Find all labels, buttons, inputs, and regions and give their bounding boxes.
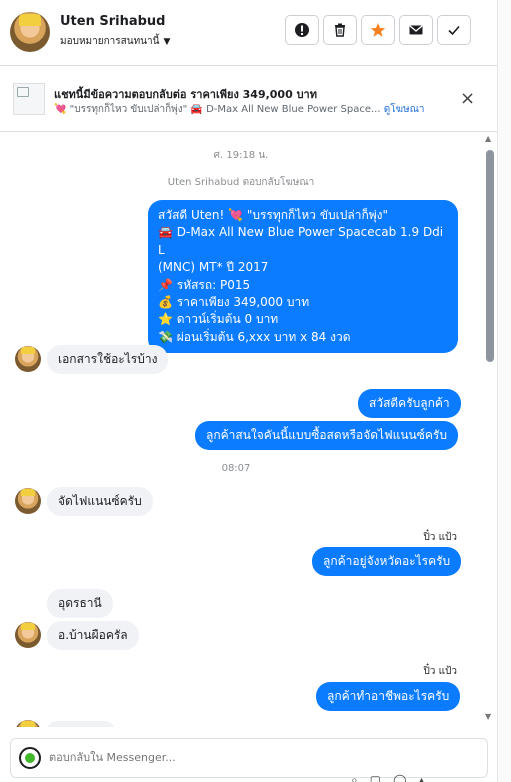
emoji-icon[interactable]: ◯ [393, 773, 406, 782]
ad-reply-note: Uten Srihabud ตอบกลับโฆษณา [167, 177, 315, 188]
outgoing-message: ลูกค้าอยู่จังหวัดอะไรครับ [312, 547, 462, 576]
done-button[interactable] [437, 15, 471, 45]
view-ad-link[interactable]: ดูโฆษณา [384, 104, 425, 115]
ad-line: 💸 ผ่อนเริ่มต้น 6,xxx บาท x 84 งวด [158, 329, 351, 344]
scroll-up-icon[interactable]: ▲ [485, 134, 491, 143]
ad-message-bubble: สวัสดี Uten! 💘 "บรรทุกก็ไหว ขับเปล่าก็พุ… [148, 200, 458, 354]
contact-avatar[interactable] [10, 12, 50, 52]
attach-icon[interactable]: ⌕ [351, 773, 358, 782]
close-icon[interactable]: × [460, 88, 475, 109]
ad-subtitle-text: 💘 "บรรทุกก็ไหว ขับเปล่าก็พุ่ง" 🚘 D-Max A… [54, 104, 381, 115]
contact-avatar [15, 488, 41, 514]
incoming-message: อุดรธานี [47, 589, 113, 618]
incoming-message-partial [47, 721, 115, 727]
star-icon [370, 23, 386, 37]
assign-label: มอบหมายการสนทนานี้ [60, 36, 160, 47]
contact-avatar [15, 720, 41, 727]
ad-line: 📌 รหัสรถ: P015 [158, 277, 251, 292]
thread-timestamp: 08:07 [221, 463, 251, 474]
delete-button[interactable] [323, 15, 357, 45]
assign-conversation-dropdown[interactable]: มอบหมายการสนทนานี้ ▼ [60, 34, 170, 49]
envelope-icon [409, 25, 423, 35]
reply-input[interactable] [49, 751, 349, 764]
incoming-message: อ.บ้านผือครัล [47, 621, 139, 650]
conversation-header: Uten Srihabud มอบหมายการสนทนานี้ ▼ [0, 0, 497, 66]
message-thread: ศ. 19:18 น. Uten Srihabud ตอบกลับโฆษณา ส… [0, 132, 482, 727]
ad-line: (MNC) MT* ปี 2017 [158, 260, 269, 275]
ad-line: สวัสดี Uten! 💘 "บรรทุกก็ไหว ขับเปล่าก็พุ… [158, 208, 389, 222]
trash-icon [335, 23, 345, 37]
image-icon[interactable]: ▢ [370, 773, 381, 782]
contact-avatar [15, 346, 41, 372]
ad-context-banner: แชทนี้มีข้อความตอบกลับต่อ ราคาเพียง 349,… [0, 66, 497, 132]
outgoing-message: สวัสดีครับลูกค้า [358, 389, 461, 418]
thread-scrollbar[interactable]: ▲ ▼ [482, 132, 497, 727]
message-composer[interactable]: ⌕ ▢ ◯ ▴ [10, 738, 488, 782]
scroll-thumb[interactable] [486, 150, 494, 362]
outgoing-message: ลูกค้าสนใจคันนี้แบบซื้อสดหรือจัดไฟแนนซ์ค… [195, 421, 458, 450]
outgoing-message: ลูกค้าทำอาชีพอะไรครับ [316, 682, 461, 711]
incoming-message: เอกสารใช้อะไรบ้าง [47, 345, 169, 374]
thread-timestamp: ศ. 19:18 น. [213, 150, 269, 161]
ad-title: แชทนี้มีข้อความตอบกลับต่อ ราคาเพียง 349,… [54, 88, 317, 101]
inbox-conversation-panel: Uten Srihabud มอบหมายการสนทนานี้ ▼ แชทนี… [0, 0, 511, 782]
ad-thumbnail [13, 83, 45, 115]
mark-unread-button[interactable] [399, 15, 433, 45]
caret-down-icon: ▼ [163, 36, 171, 47]
composer-tools: ⌕ ▢ ◯ ▴ [351, 773, 425, 782]
seen-by-label: ปิ๋ว แป้ว [423, 532, 457, 543]
incoming-message: จัดไฟแนนซ์ครับ [47, 487, 153, 516]
checkmark-icon [448, 25, 460, 36]
ad-line: 💰 ราคาเพียง 349,000 บาท [158, 295, 310, 310]
contact-avatar [15, 622, 41, 648]
ad-subtitle: 💘 "บรรทุกก็ไหว ขับเปล่าก็พุ่ง" 🚘 D-Max A… [54, 102, 425, 117]
page-edge [497, 0, 511, 782]
contact-name[interactable]: Uten Srihabud [60, 14, 166, 29]
conversation-actions [285, 15, 471, 45]
mark-spam-button[interactable] [285, 15, 319, 45]
seen-by-label: ปิ๋ว แป้ว [423, 666, 457, 677]
ad-line: 🚘 D-Max All New Blue Power Spacecab 1.9 … [158, 225, 444, 257]
scroll-down-icon[interactable]: ▼ [485, 712, 491, 721]
ad-line: ⭐ ดาวน์เริ่มต้น 0 บาท [158, 312, 279, 327]
messenger-icon [19, 747, 41, 769]
thumbs-up-icon[interactable]: ▴ [419, 773, 425, 782]
exclamation-icon [295, 23, 309, 37]
star-button[interactable] [361, 15, 395, 45]
